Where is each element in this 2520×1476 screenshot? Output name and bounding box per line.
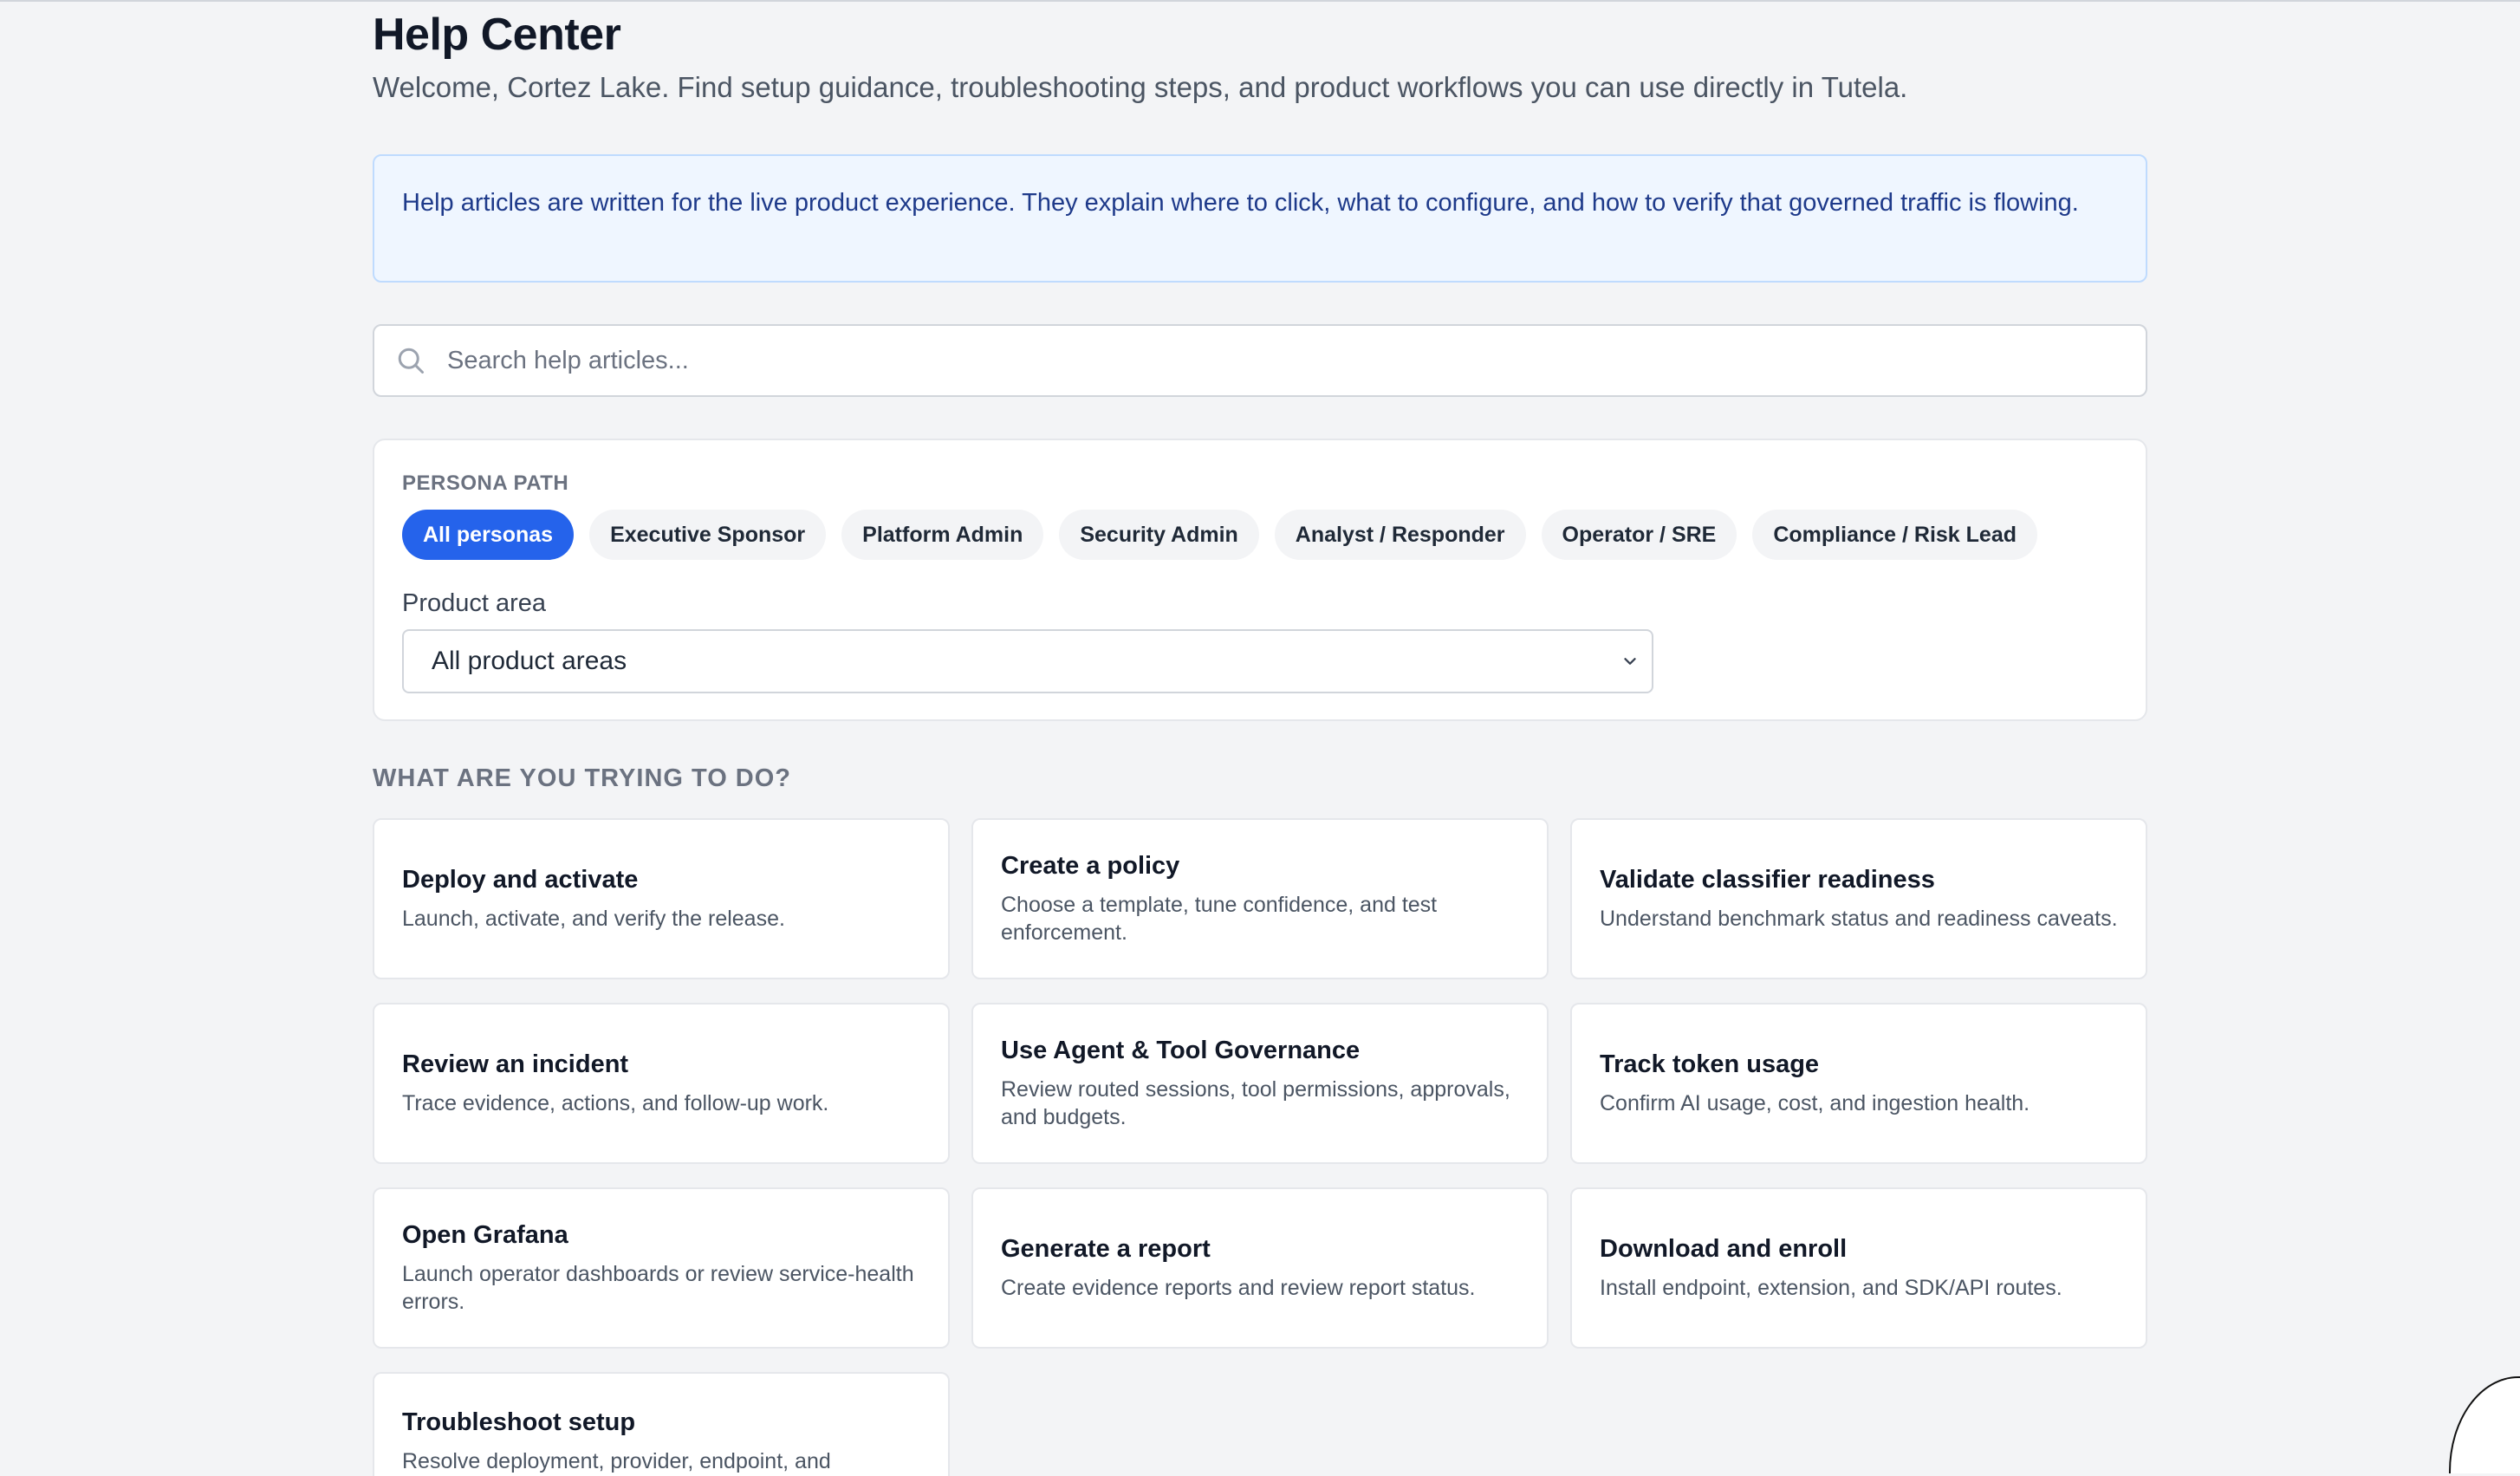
task-card-validate-classifier[interactable]: Validate classifier readiness Understand… (1570, 818, 2147, 979)
card-title: Validate classifier readiness (1600, 865, 1935, 894)
card-title: Create a policy (1001, 851, 1180, 880)
search-icon (398, 348, 424, 374)
task-card-agent-tool-governance[interactable]: Use Agent & Tool Governance Review route… (971, 1003, 1549, 1164)
persona-pill-security-admin[interactable]: Security Admin (1059, 510, 1259, 560)
persona-pill-operator-sre[interactable]: Operator / SRE (1541, 510, 1737, 560)
task-card-deploy-activate[interactable]: Deploy and activate Launch, activate, an… (373, 818, 950, 979)
persona-path-label: PERSONA PATH (402, 471, 569, 495)
tasks-heading: WHAT ARE YOU TRYING TO DO? (373, 764, 792, 792)
card-description: Confirm AI usage, cost, and ingestion he… (1600, 1090, 2030, 1115)
filter-panel: PERSONA PATH All personas Executive Spon… (373, 439, 2147, 721)
window-corner (2449, 1376, 2520, 1473)
task-card-troubleshoot-setup[interactable]: Troubleshoot setup Resolve deployment, p… (373, 1372, 950, 1476)
persona-pills: All personas Executive Sponsor Platform … (402, 510, 2037, 560)
card-description: Trace evidence, actions, and follow-up w… (402, 1090, 829, 1115)
chevron-down-icon (1624, 658, 1636, 665)
persona-pill-compliance-risk-lead[interactable]: Compliance / Risk Lead (1752, 510, 2037, 560)
card-description: Choose a template, tune confidence, and … (1001, 892, 1438, 945)
card-title: Track token usage (1600, 1050, 1820, 1078)
card-title: Open Grafana (402, 1220, 568, 1249)
card-description: Create evidence reports and review repor… (1001, 1275, 1476, 1300)
task-card-review-incident[interactable]: Review an incident Trace evidence, actio… (373, 1003, 950, 1164)
card-description: Install endpoint, extension, and SDK/API… (1600, 1275, 2062, 1300)
persona-pill-all[interactable]: All personas (402, 510, 575, 560)
card-description: Understand benchmark status and readines… (1600, 906, 2118, 931)
card-description: Review routed sessions, tool permissions… (1001, 1076, 1510, 1129)
top-border (0, 0, 2520, 2)
task-card-create-policy[interactable]: Create a policy Choose a template, tune … (971, 818, 1549, 979)
card-title: Deploy and activate (402, 865, 639, 894)
card-description: Launch, activate, and verify the release… (402, 906, 785, 931)
product-area-value: All product areas (432, 647, 627, 675)
page-title: Help Center (373, 10, 621, 60)
page-subtitle: Welcome, Cortez Lake. Find setup guidanc… (373, 71, 1908, 103)
search-bar[interactable] (373, 324, 2147, 397)
card-title: Generate a report (1001, 1234, 1211, 1263)
persona-pill-platform-admin[interactable]: Platform Admin (841, 510, 1044, 560)
task-card-track-token-usage[interactable]: Track token usage Confirm AI usage, cost… (1570, 1003, 2147, 1164)
card-description: Launch operator dashboards or review ser… (402, 1261, 914, 1314)
product-area-select[interactable]: All product areas (402, 629, 1653, 693)
task-card-download-enroll[interactable]: Download and enroll Install endpoint, ex… (1570, 1187, 2147, 1349)
product-area-label: Product area (402, 589, 547, 617)
persona-pill-analyst-responder[interactable]: Analyst / Responder (1274, 510, 1526, 560)
card-title: Review an incident (402, 1050, 629, 1078)
card-title: Download and enroll (1600, 1234, 1848, 1263)
search-input[interactable] (445, 345, 2095, 376)
task-card-generate-report[interactable]: Generate a report Create evidence report… (971, 1187, 1549, 1349)
task-card-open-grafana[interactable]: Open Grafana Launch operator dashboards … (373, 1187, 950, 1349)
persona-pill-executive-sponsor[interactable]: Executive Sponsor (589, 510, 827, 560)
info-notice: Help articles are written for the live p… (373, 154, 2147, 283)
card-title: Troubleshoot setup (402, 1408, 636, 1436)
card-title: Use Agent & Tool Governance (1001, 1036, 1361, 1064)
card-description: Resolve deployment, provider, endpoint, … (402, 1449, 831, 1473)
